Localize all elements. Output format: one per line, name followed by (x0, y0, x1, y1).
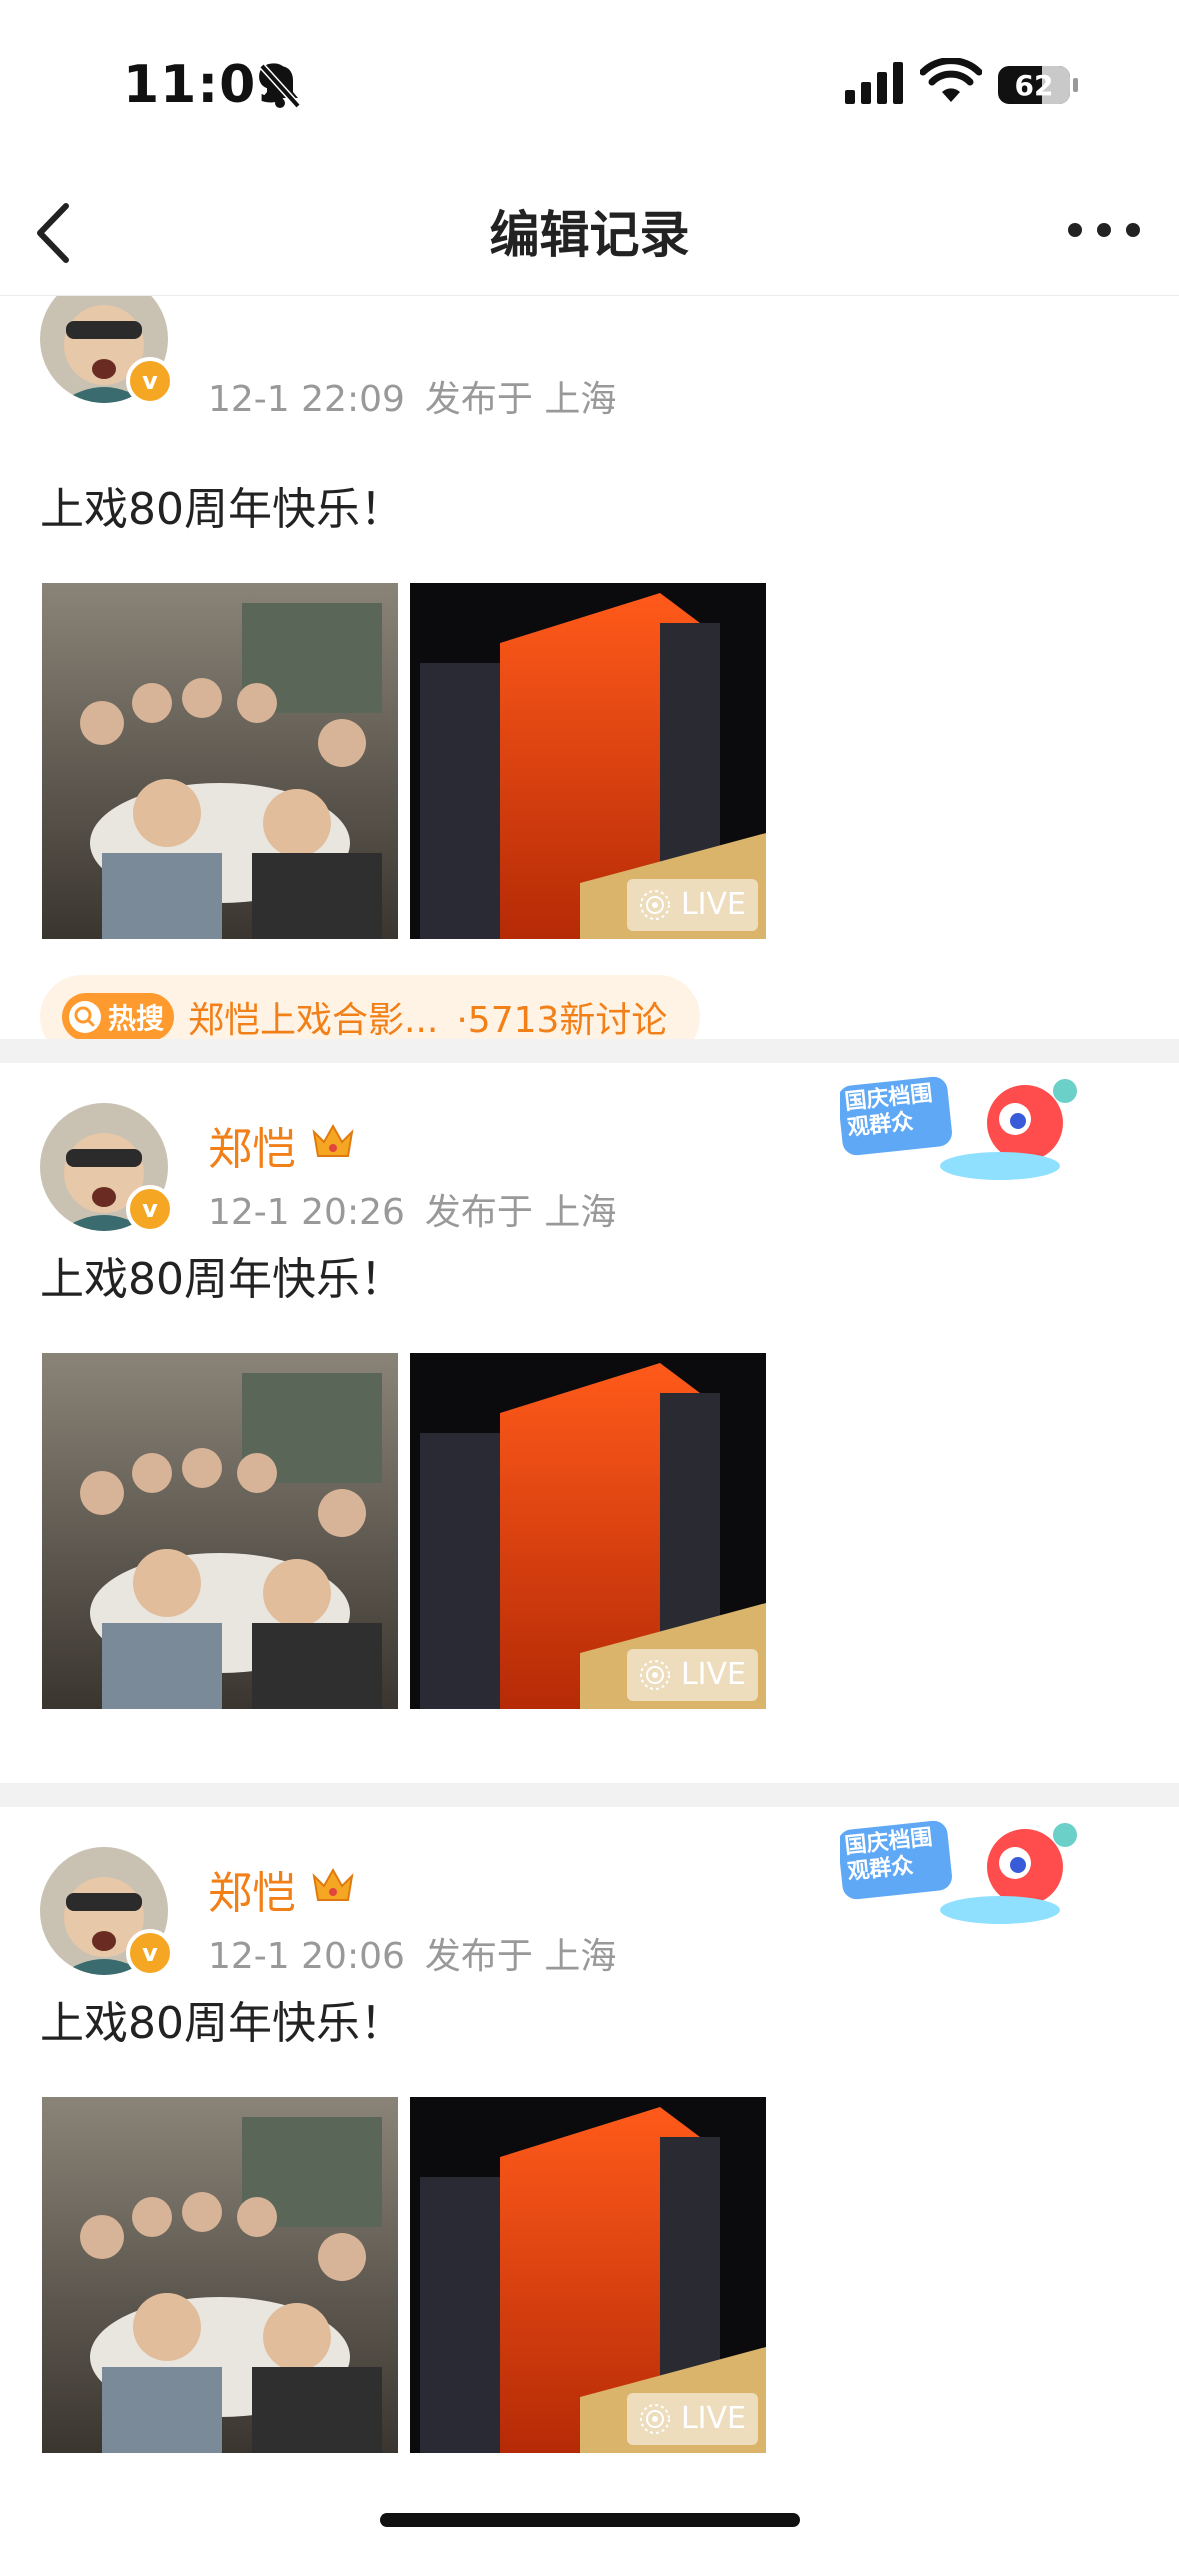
home-indicator[interactable] (380, 2513, 800, 2527)
hot-topic-title: 郑恺上戏合影... (188, 1000, 439, 1041)
live-label: LIVE (680, 2401, 746, 2436)
group-photo-image (42, 583, 398, 939)
post-text: 上戏80周年快乐！ (40, 484, 404, 535)
post-time: 12-1 20:26 (208, 1192, 405, 1233)
status-bar: 11:09 62 (0, 0, 1179, 160)
card-divider (0, 1039, 1179, 1063)
hot-topic-count: ·5713新讨论 (456, 1000, 668, 1041)
post-meta: 12-1 20:26 发布于 上海 (208, 1183, 636, 1235)
live-badge: LIVE (626, 879, 758, 931)
photo-red-building[interactable]: LIVE (410, 2097, 766, 2453)
sticker-text: 国庆档围观群众 (843, 1081, 934, 1142)
live-badge: LIVE (626, 2393, 758, 2445)
post-meta: 12-1 20:06 发布于 上海 (208, 1927, 636, 1979)
live-label: LIVE (680, 1657, 746, 1692)
post-card: v 12-1 22:09 发布于 上海 上戏80周年快乐！ LIVE 热搜 郑恺… (0, 295, 1179, 1059)
live-photo-icon (639, 1660, 670, 1690)
username[interactable]: 郑恺 (208, 1113, 296, 1177)
post-location: 发布于 上海 (424, 1936, 617, 1977)
verified-badge: v (126, 1185, 174, 1233)
photo-red-building[interactable]: LIVE (410, 1353, 766, 1709)
hot-tag-label: 热搜 (108, 1002, 165, 1035)
post-time: 12-1 20:06 (208, 1936, 405, 1977)
live-label: LIVE (680, 887, 746, 922)
live-photo-icon (639, 2404, 670, 2434)
post-time: 12-1 22:09 (208, 379, 405, 420)
post-location: 发布于 上海 (424, 1192, 617, 1233)
post-meta: 12-1 22:09 发布于 上海 (208, 370, 636, 422)
card-divider (0, 1783, 1179, 1807)
sticker-text: 国庆档围观群众 (843, 1825, 934, 1886)
live-photo-icon (639, 890, 670, 920)
post-text: 上戏80周年快乐！ (40, 1254, 404, 1305)
battery-indicator: 62 (998, 64, 1080, 106)
signal-icon (845, 62, 903, 104)
search-icon (69, 1001, 101, 1033)
post-location: 发布于 上海 (424, 379, 617, 420)
post-card: v 郑恺 12-1 20:06 发布于 上海 国庆档围观群众 上戏80周年快乐！ (0, 1807, 1179, 2556)
group-photo-image (42, 1353, 398, 1709)
more-icon[interactable] (1065, 210, 1143, 250)
edit-history-feed[interactable]: v 12-1 22:09 发布于 上海 上戏80周年快乐！ LIVE 热搜 郑恺… (0, 295, 1179, 2556)
battery-level: 62 (1014, 69, 1054, 102)
photo-group-selfie[interactable] (42, 1353, 398, 1709)
live-badge: LIVE (626, 1649, 758, 1701)
post-card: v 郑恺 12-1 20:26 发布于 上海 国庆档围观群众 上戏80周年快乐！ (0, 1063, 1179, 1783)
page-title: 编辑记录 (489, 206, 690, 264)
photo-red-building[interactable]: LIVE (410, 583, 766, 939)
wifi-icon (920, 58, 982, 102)
post-text: 上戏80周年快乐！ (40, 1998, 404, 2049)
photo-group-selfie[interactable] (42, 583, 398, 939)
verified-badge: v (126, 1929, 174, 1977)
verified-badge: v (126, 357, 174, 405)
username[interactable]: 郑恺 (208, 1857, 296, 1921)
hot-search-tag: 热搜 (62, 993, 175, 1041)
crown-icon (312, 1867, 354, 1901)
crown-icon (312, 1123, 354, 1157)
photo-group-selfie[interactable] (42, 2097, 398, 2453)
bell-muted-icon (259, 63, 301, 109)
group-photo-image (42, 2097, 398, 2453)
nav-bar: 编辑记录 (0, 160, 1179, 296)
